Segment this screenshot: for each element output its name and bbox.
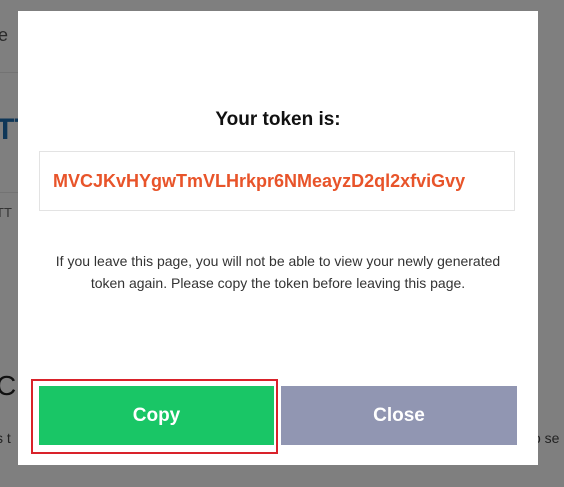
token-value[interactable]: MVCJKvHYgwTmVLHrkpr6NMeayzD2ql2xfviGvy: [53, 171, 503, 192]
warning-message: If you leave this page, you will not be …: [55, 253, 501, 291]
token-modal: Your token is: MVCJKvHYgwTmVLHrkpr6NMeay…: [18, 11, 538, 465]
token-field[interactable]: MVCJKvHYgwTmVLHrkpr6NMeayzD2ql2xfviGvy: [39, 151, 515, 211]
copy-button[interactable]: Copy: [39, 386, 274, 445]
close-button[interactable]: Close: [281, 386, 517, 445]
modal-title: Your token is:: [215, 109, 341, 130]
